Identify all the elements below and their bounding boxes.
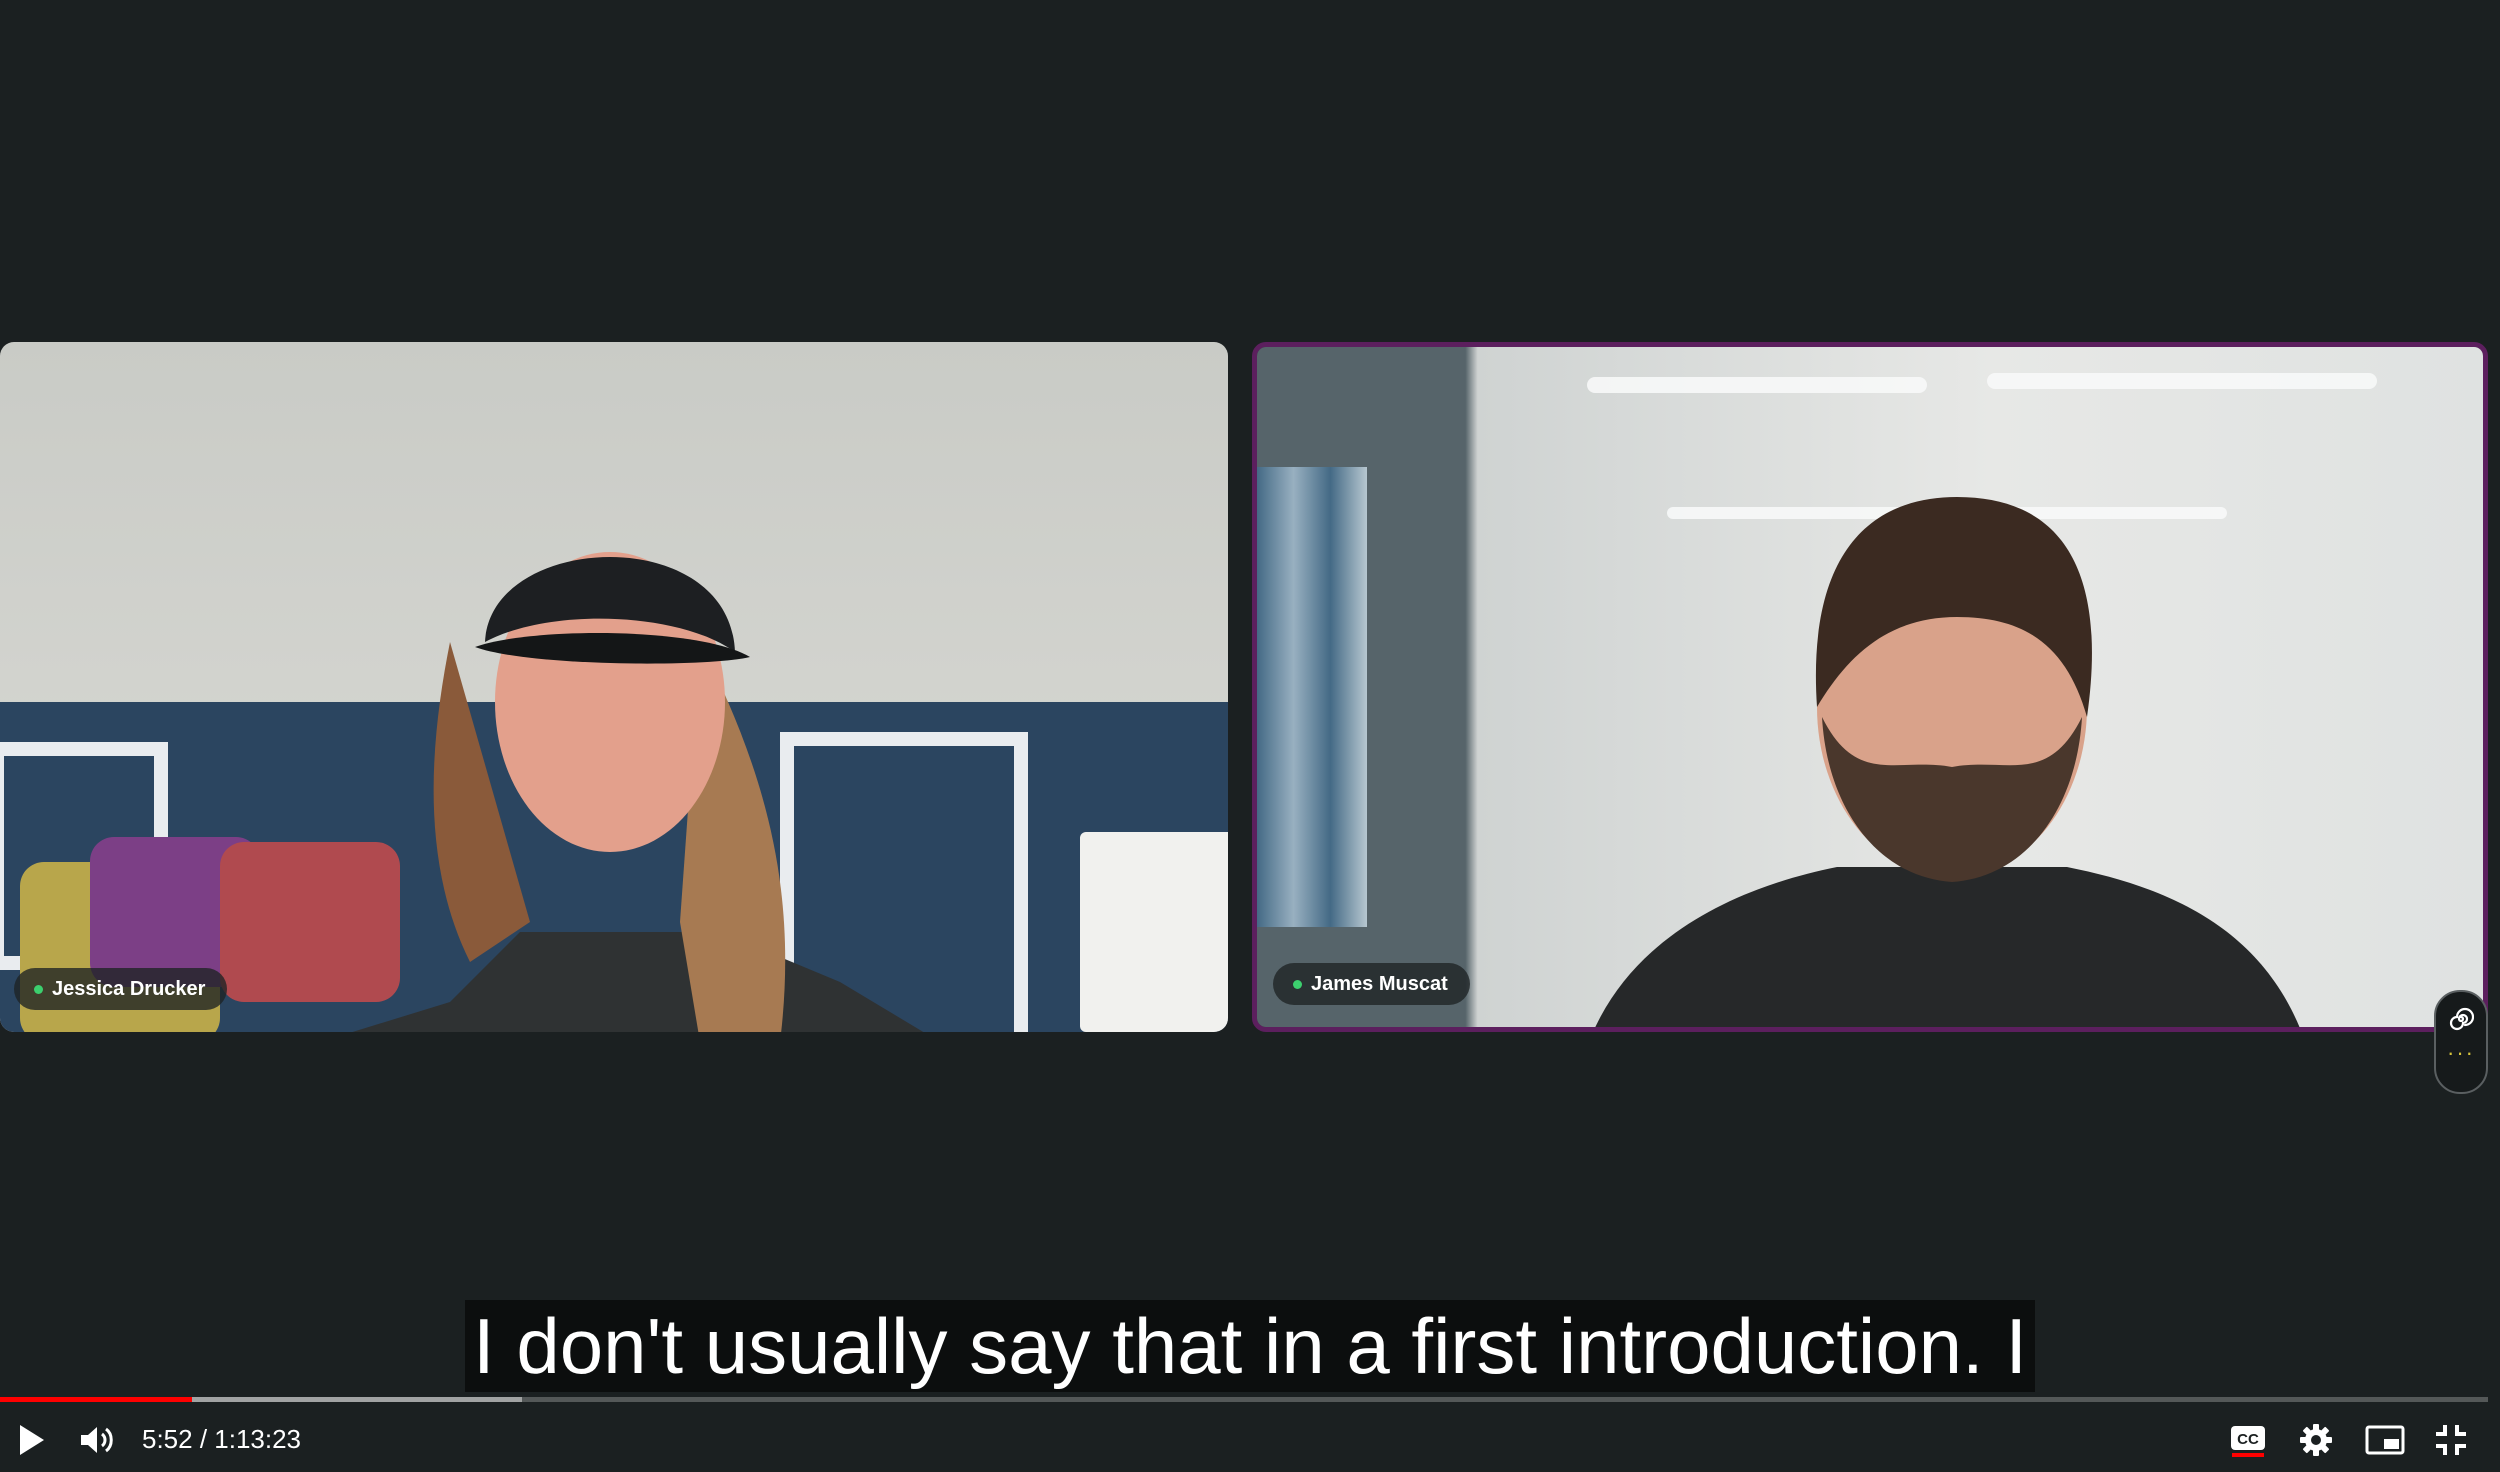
volume-button[interactable] bbox=[74, 1420, 120, 1460]
participant-name-label: Jessica Drucker bbox=[14, 968, 228, 1010]
participant-name: James Muscat bbox=[1311, 972, 1448, 995]
participant-name: Jessica Drucker bbox=[52, 977, 206, 1000]
more-dots-icon[interactable]: ··· bbox=[2447, 1042, 2475, 1064]
subtitle-caption: I don't usually say that in a first intr… bbox=[0, 1300, 2500, 1392]
progress-bar[interactable] bbox=[0, 1397, 2488, 1402]
exit-fullscreen-icon bbox=[2434, 1423, 2468, 1457]
side-widget[interactable]: ··· bbox=[2434, 990, 2488, 1094]
participant-video bbox=[0, 342, 1228, 1032]
time-display: 5:52 / 1:13:23 bbox=[142, 1424, 302, 1454]
miniplayer-button[interactable] bbox=[2360, 1418, 2410, 1462]
participant-name-label: James Muscat bbox=[1273, 963, 1470, 1005]
settings-button[interactable] bbox=[2294, 1418, 2338, 1462]
captions-button[interactable]: CC bbox=[2226, 1418, 2270, 1462]
spiral-icon[interactable] bbox=[2448, 1006, 2474, 1032]
progress-played bbox=[0, 1397, 192, 1402]
miniplayer-icon bbox=[2365, 1424, 2405, 1456]
video-tile-jessica[interactable]: Jessica Drucker bbox=[0, 342, 1228, 1032]
status-dot bbox=[1293, 980, 1302, 989]
exit-fullscreen-button[interactable] bbox=[2428, 1418, 2474, 1462]
video-tile-james[interactable]: James Muscat bbox=[1252, 342, 2488, 1032]
caption-text: I don't usually say that in a first intr… bbox=[464, 1300, 2036, 1392]
settings-gear-icon bbox=[2299, 1423, 2333, 1457]
closed-captions-icon: CC bbox=[2229, 1422, 2267, 1458]
svg-text:CC: CC bbox=[2237, 1431, 2259, 1448]
volume-icon bbox=[79, 1424, 115, 1456]
status-dot bbox=[34, 985, 43, 994]
play-button[interactable] bbox=[8, 1420, 54, 1460]
play-icon bbox=[16, 1423, 46, 1457]
participant-video bbox=[1257, 347, 2483, 1027]
